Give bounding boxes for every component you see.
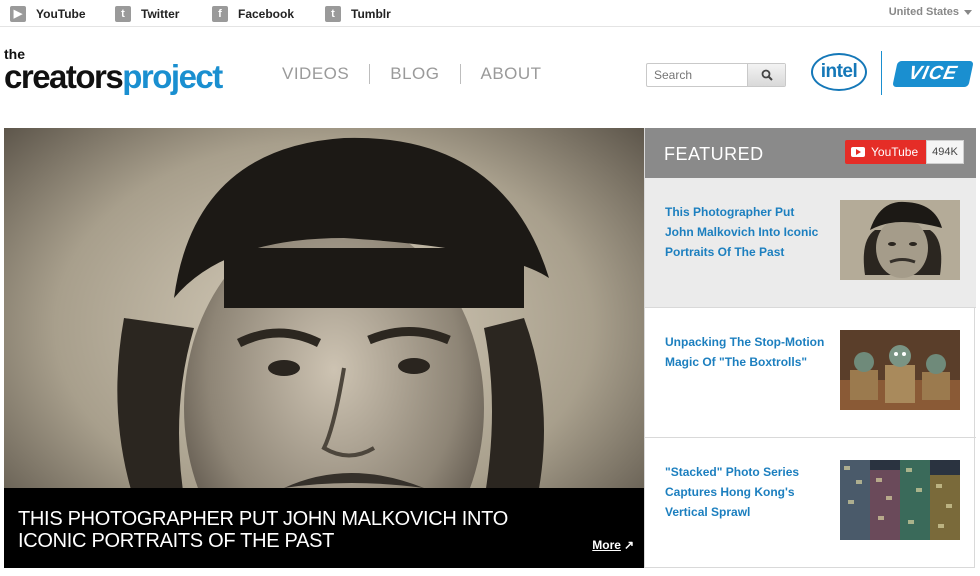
twitter-label: Twitter xyxy=(141,6,180,21)
region-selector[interactable]: United States xyxy=(889,6,972,18)
hero-title[interactable]: THIS PHOTOGRAPHER PUT JOHN MALKOVICH INT… xyxy=(18,508,578,552)
featured-item[interactable]: Unpacking The Stop-Motion Magic Of "The … xyxy=(645,308,976,438)
featured-item-thumbnail[interactable] xyxy=(840,200,960,280)
featured-item-thumbnail[interactable] xyxy=(840,460,960,540)
featured-header: FEATURED YouTube 494K xyxy=(645,128,976,178)
youtube-play-icon xyxy=(851,147,865,157)
search-box xyxy=(646,63,786,87)
malkovich-thumbnail-image xyxy=(840,200,960,280)
site-logo[interactable]: the creatorsproject xyxy=(4,47,223,95)
facebook-social-link[interactable]: f Facebook xyxy=(212,5,294,22)
featured-item[interactable]: This Photographer Put John Malkovich Int… xyxy=(645,178,976,308)
region-label: United States xyxy=(888,6,959,18)
nav-videos[interactable]: VIDEOS xyxy=(262,64,369,84)
nav-blog[interactable]: BLOG xyxy=(370,64,459,84)
main-nav: VIDEOS BLOG ABOUT xyxy=(262,64,562,84)
hero-caption: THIS PHOTOGRAPHER PUT JOHN MALKOVICH INT… xyxy=(4,488,644,568)
youtube-icon: ▶ xyxy=(10,5,26,22)
featured-item-title[interactable]: Unpacking The Stop-Motion Magic Of "The … xyxy=(665,332,825,372)
vice-logo[interactable]: VICE xyxy=(892,61,974,87)
featured-item-title[interactable]: This Photographer Put John Malkovich Int… xyxy=(665,202,825,262)
intel-logo[interactable]: intel xyxy=(811,53,867,91)
brand-divider xyxy=(881,51,882,95)
search-input[interactable] xyxy=(647,64,747,86)
subscriber-count: 494K xyxy=(926,140,964,164)
logo-wordmark: creatorsproject xyxy=(4,58,223,95)
featured-panel: FEATURED YouTube 494K This Photographer … xyxy=(644,128,976,568)
youtube-badge: YouTube xyxy=(845,140,927,164)
youtube-badge-label: YouTube xyxy=(871,145,919,159)
site-header: the creatorsproject VIDEOS BLOG ABOUT in… xyxy=(0,27,980,127)
facebook-label: Facebook xyxy=(238,6,295,21)
hong-kong-thumbnail-image xyxy=(840,460,960,540)
tumblr-label: Tumblr xyxy=(351,6,391,21)
search-icon xyxy=(761,69,773,81)
tumblr-icon: t xyxy=(325,5,341,22)
youtube-label: YouTube xyxy=(36,6,86,21)
logo-creators: creators xyxy=(4,58,124,95)
featured-item-thumbnail[interactable] xyxy=(840,330,960,410)
search-button[interactable] xyxy=(747,64,785,86)
hero-feature[interactable]: THIS PHOTOGRAPHER PUT JOHN MALKOVICH INT… xyxy=(4,128,644,568)
featured-title: FEATURED xyxy=(664,144,764,164)
tumblr-social-link[interactable]: t Tumblr xyxy=(325,5,391,22)
featured-item[interactable]: "Stacked" Photo Series Captures Hong Kon… xyxy=(645,438,976,568)
logo-project: project xyxy=(122,58,223,95)
more-link[interactable]: More ↗ xyxy=(592,538,634,552)
youtube-subscribe-button[interactable]: YouTube 494K xyxy=(845,140,964,164)
more-label: More xyxy=(592,538,621,552)
nav-about[interactable]: ABOUT xyxy=(461,64,562,84)
facebook-icon: f xyxy=(212,5,228,22)
youtube-social-link[interactable]: ▶ YouTube xyxy=(10,5,86,22)
chevron-down-icon xyxy=(964,9,972,15)
featured-item-title[interactable]: "Stacked" Photo Series Captures Hong Kon… xyxy=(665,462,825,522)
top-social-bar: ▶ YouTube t Twitter f Facebook t Tumblr … xyxy=(0,0,980,27)
twitter-social-link[interactable]: t Twitter xyxy=(115,5,179,22)
boxtrolls-thumbnail-image xyxy=(840,330,960,410)
twitter-icon: t xyxy=(115,5,131,22)
external-arrow-icon: ↗ xyxy=(623,538,634,552)
